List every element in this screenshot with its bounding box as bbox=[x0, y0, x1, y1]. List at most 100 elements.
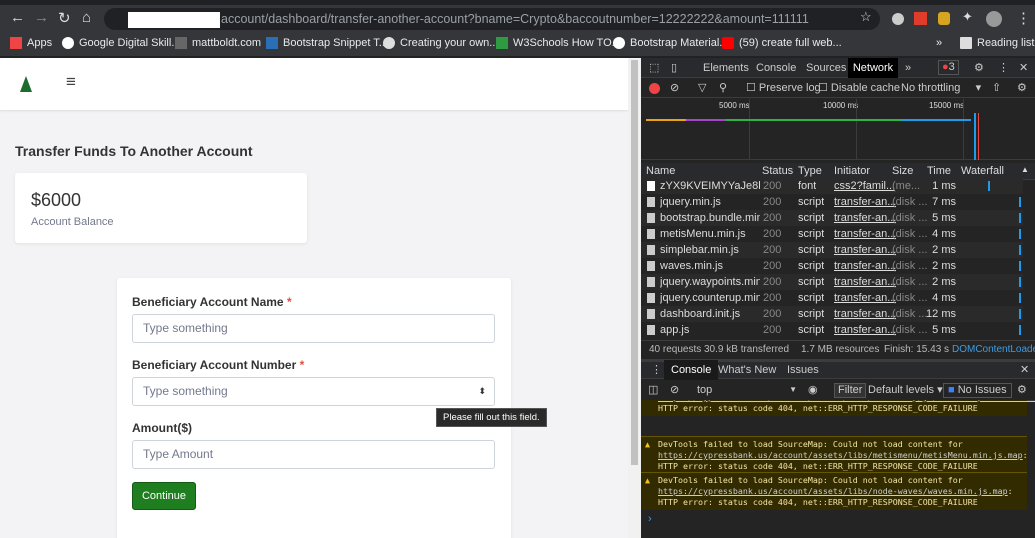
column-time[interactable]: Time bbox=[927, 165, 951, 177]
forward-icon[interactable]: → bbox=[34, 9, 49, 26]
network-row[interactable]: app.js 200 script transfer-an... (disk .… bbox=[641, 322, 1023, 338]
network-overview[interactable]: 5000 ms 10000 ms 15000 ms bbox=[641, 99, 1035, 160]
column-status[interactable]: Status bbox=[762, 165, 793, 177]
continue-button[interactable]: Continue bbox=[132, 482, 196, 510]
network-row[interactable]: waves.min.js 200 script transfer-an... (… bbox=[641, 258, 1023, 274]
column-name[interactable]: Name bbox=[646, 165, 675, 177]
drawer-tab-issues[interactable]: Issues bbox=[787, 360, 819, 380]
back-icon[interactable]: ← bbox=[10, 9, 25, 26]
request-initiator[interactable]: transfer-an... bbox=[834, 258, 896, 274]
close-drawer-icon[interactable]: ✕ bbox=[1020, 360, 1029, 380]
hamburger-menu-icon[interactable]: ≡ bbox=[66, 72, 76, 92]
sort-icon[interactable]: ▲ bbox=[1021, 165, 1029, 174]
request-type: script bbox=[798, 308, 825, 320]
reload-icon[interactable]: ↻ bbox=[58, 9, 71, 27]
domcontentloaded-link[interactable]: DOMContentLoaded bbox=[952, 341, 1035, 359]
source-link[interactable]: https://cypressbank.us/account/assets/li… bbox=[658, 400, 1035, 402]
network-row[interactable]: bootstrap.bundle.min.js 200 script trans… bbox=[641, 210, 1023, 226]
logo-icon[interactable] bbox=[20, 76, 32, 92]
request-initiator[interactable]: transfer-an... bbox=[834, 226, 896, 242]
filter-input[interactable]: Filter bbox=[834, 383, 867, 398]
request-initiator[interactable]: transfer-an... bbox=[834, 322, 896, 338]
clear-console-icon[interactable]: ⊘ bbox=[670, 380, 679, 400]
network-row[interactable]: zYX9KVEIMYYaJe8bpL... 200 font css2?fami… bbox=[641, 178, 1023, 194]
bookmark[interactable]: mattboldt.com bbox=[175, 37, 261, 50]
tab-sources[interactable]: Sources bbox=[806, 58, 846, 78]
import-icon[interactable]: ⇧ bbox=[992, 78, 1001, 98]
beneficiary-name-input[interactable]: Type something bbox=[132, 314, 495, 343]
bookmark[interactable]: Creating your own... bbox=[383, 37, 498, 50]
source-link[interactable]: https://cypressbank.us/account/assets/li… bbox=[658, 486, 1008, 496]
bookmark[interactable]: Bootstrap Material... bbox=[613, 37, 728, 50]
tab-network[interactable]: Network bbox=[848, 58, 898, 78]
extension-icon[interactable] bbox=[938, 12, 950, 25]
console-settings-icon[interactable]: ⚙ bbox=[1017, 380, 1027, 400]
bookmark[interactable]: Bootstrap Snippet T... bbox=[266, 37, 388, 50]
request-initiator[interactable]: transfer-an... bbox=[834, 210, 896, 226]
column-waterfall[interactable]: Waterfall bbox=[961, 165, 1004, 177]
source-link[interactable]: https://cypressbank.us/account/assets/li… bbox=[658, 450, 1023, 460]
issues-button[interactable]: ■ No Issues bbox=[943, 383, 1012, 398]
column-initiator[interactable]: Initiator bbox=[834, 165, 870, 177]
inspect-icon[interactable]: ⬚ bbox=[649, 58, 659, 78]
spinner-icon[interactable]: ⬍ bbox=[478, 378, 486, 405]
throttling-select[interactable]: No throttling ▾ bbox=[901, 78, 981, 98]
address-bar[interactable]: account/dashboard/transfer-another-accou… bbox=[104, 8, 880, 30]
network-row[interactable]: jquery.min.js 200 script transfer-an... … bbox=[641, 194, 1023, 210]
log-levels-select[interactable]: Default levels ▾ bbox=[868, 380, 943, 400]
home-icon[interactable]: ⌂ bbox=[82, 9, 91, 26]
network-settings-icon[interactable]: ⚙ bbox=[1017, 78, 1027, 98]
more-bookmarks[interactable]: » bbox=[936, 37, 942, 49]
amount-input[interactable]: Type Amount bbox=[132, 440, 495, 469]
network-row[interactable]: metisMenu.min.js 200 script transfer-an.… bbox=[641, 226, 1023, 242]
sidebar-toggle-icon[interactable]: ◫ bbox=[648, 380, 658, 400]
request-initiator[interactable]: transfer-an... bbox=[834, 306, 896, 322]
record-icon[interactable] bbox=[649, 83, 660, 94]
more-tabs-icon[interactable]: » bbox=[905, 58, 911, 78]
star-icon[interactable]: ☆ bbox=[860, 9, 872, 25]
request-initiator[interactable]: transfer-an... bbox=[834, 290, 896, 306]
preserve-log-checkbox[interactable]: ☐ Preserve log bbox=[746, 78, 821, 98]
tab-console[interactable]: Console bbox=[756, 58, 796, 78]
error-badge[interactable]: ●3 bbox=[938, 60, 959, 75]
drawer-tab-console[interactable]: Console bbox=[664, 360, 719, 380]
tab-elements[interactable]: Elements bbox=[703, 58, 749, 78]
request-initiator[interactable]: transfer-an... bbox=[834, 274, 896, 290]
beneficiary-number-input[interactable]: Type something ⬍ bbox=[132, 377, 495, 406]
network-row[interactable]: jquery.counterup.min.js 200 script trans… bbox=[641, 290, 1023, 306]
console-prompt[interactable]: › bbox=[648, 513, 652, 525]
clear-icon[interactable]: ⊘ bbox=[670, 78, 679, 98]
reading-list[interactable]: Reading list bbox=[960, 37, 1034, 50]
filter-icon[interactable]: ▽ bbox=[698, 78, 706, 98]
request-name: zYX9KVEIMYYaJe8bpL... bbox=[660, 180, 760, 192]
settings-icon[interactable]: ⚙ bbox=[974, 58, 984, 78]
drawer-tab-whats-new[interactable]: What's New bbox=[718, 360, 776, 380]
disable-cache-checkbox[interactable]: ☐ Disable cache bbox=[818, 78, 900, 98]
request-initiator[interactable]: transfer-an... bbox=[834, 194, 896, 210]
network-row[interactable]: dashboard.init.js 200 script transfer-an… bbox=[641, 306, 1023, 322]
page-scrollbar[interactable] bbox=[628, 58, 641, 538]
column-size[interactable]: Size bbox=[892, 165, 913, 177]
search-icon[interactable]: ⚲ bbox=[719, 78, 727, 98]
extension-icon[interactable] bbox=[914, 12, 927, 25]
bookmark[interactable]: Google Digital Skill... bbox=[62, 37, 181, 50]
column-type[interactable]: Type bbox=[798, 165, 822, 177]
avatar[interactable] bbox=[986, 11, 1002, 27]
more-options-icon[interactable]: ⋮ bbox=[998, 58, 1009, 78]
extension-icon[interactable] bbox=[892, 13, 904, 25]
bookmark-apps[interactable]: Apps bbox=[10, 37, 52, 50]
puzzle-icon[interactable]: ✦ bbox=[962, 9, 973, 25]
bookmark[interactable]: W3Schools How TO... bbox=[496, 37, 621, 50]
network-row[interactable]: simplebar.min.js 200 script transfer-an.… bbox=[641, 242, 1023, 258]
close-icon[interactable]: ✕ bbox=[1019, 58, 1028, 78]
context-select[interactable]: top ▼ bbox=[697, 380, 797, 400]
device-toggle-icon[interactable]: ▯ bbox=[671, 58, 677, 78]
request-initiator[interactable]: transfer-an... bbox=[834, 242, 896, 258]
eye-icon[interactable]: ◉ bbox=[808, 380, 818, 400]
drawer-menu-icon[interactable]: ⋮ bbox=[651, 360, 662, 380]
network-row[interactable]: jquery.waypoints.min.js 200 script trans… bbox=[641, 274, 1023, 290]
request-initiator[interactable]: css2?famil... bbox=[834, 178, 895, 194]
request-status: 200 bbox=[763, 324, 782, 336]
bookmark[interactable]: (59) create full web... bbox=[722, 37, 842, 50]
menu-icon[interactable]: ⋮ bbox=[1016, 9, 1031, 27]
